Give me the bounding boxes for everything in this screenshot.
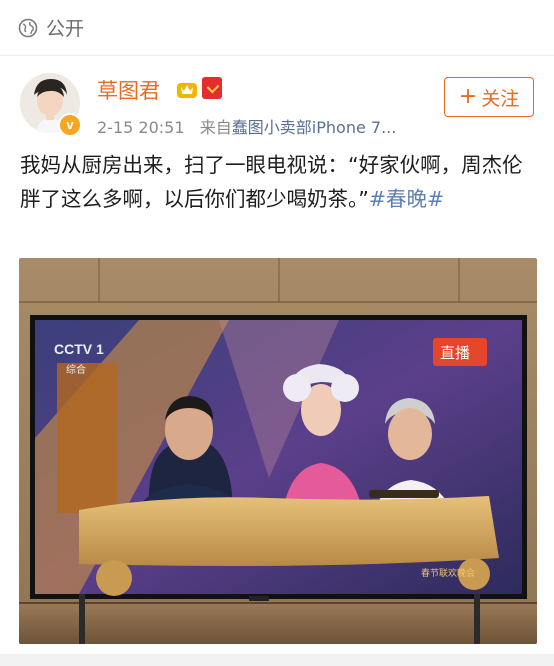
plus-icon: + [458,84,478,109]
follow-label: 关注 [481,87,520,110]
post-text: 我妈从厨房出来，扫了一眼电视说：“好家伙啊，周杰伦胖了这么多啊，以后你们都少喝奶… [20,148,540,216]
author-header: v 草图君 2-15 20:51 来自蠢图小卖部iPhone 7... + 关注 [20,73,534,143]
follow-button[interactable]: + 关注 [444,77,534,117]
post-source[interactable]: 蠢图小卖部iPhone 7... [232,118,397,137]
hashtag-link[interactable]: #春晚# [369,187,444,211]
live-badge: 直播 [440,344,470,362]
author-name[interactable]: 草图君 [97,75,160,105]
source-prefix: 来自 [199,118,232,137]
visibility-label: 公开 [46,18,85,40]
channel-logo: CCTV 1 [54,341,104,357]
post-time: 2-15 20:51 [97,118,185,137]
post-photo[interactable]: CCTV 1 综合 直播 春节联欢晚会 [19,258,537,644]
verified-v-icon: v [58,113,82,137]
member-crown-icon [177,83,197,98]
feed-separator [0,654,554,666]
channel-sub: 综合 [66,363,86,376]
visibility-bar: 公开 [0,0,554,56]
post-meta: 2-15 20:51 来自蠢图小卖部iPhone 7... [97,114,396,138]
post-body: 我妈从厨房出来，扫了一眼电视说：“好家伙啊，周杰伦胖了这么多啊，以后你们都少喝奶… [20,153,523,211]
red-envelope-icon [202,77,222,99]
globe-icon [18,18,38,37]
festival-logo: 春节联欢晚会 [421,567,475,579]
